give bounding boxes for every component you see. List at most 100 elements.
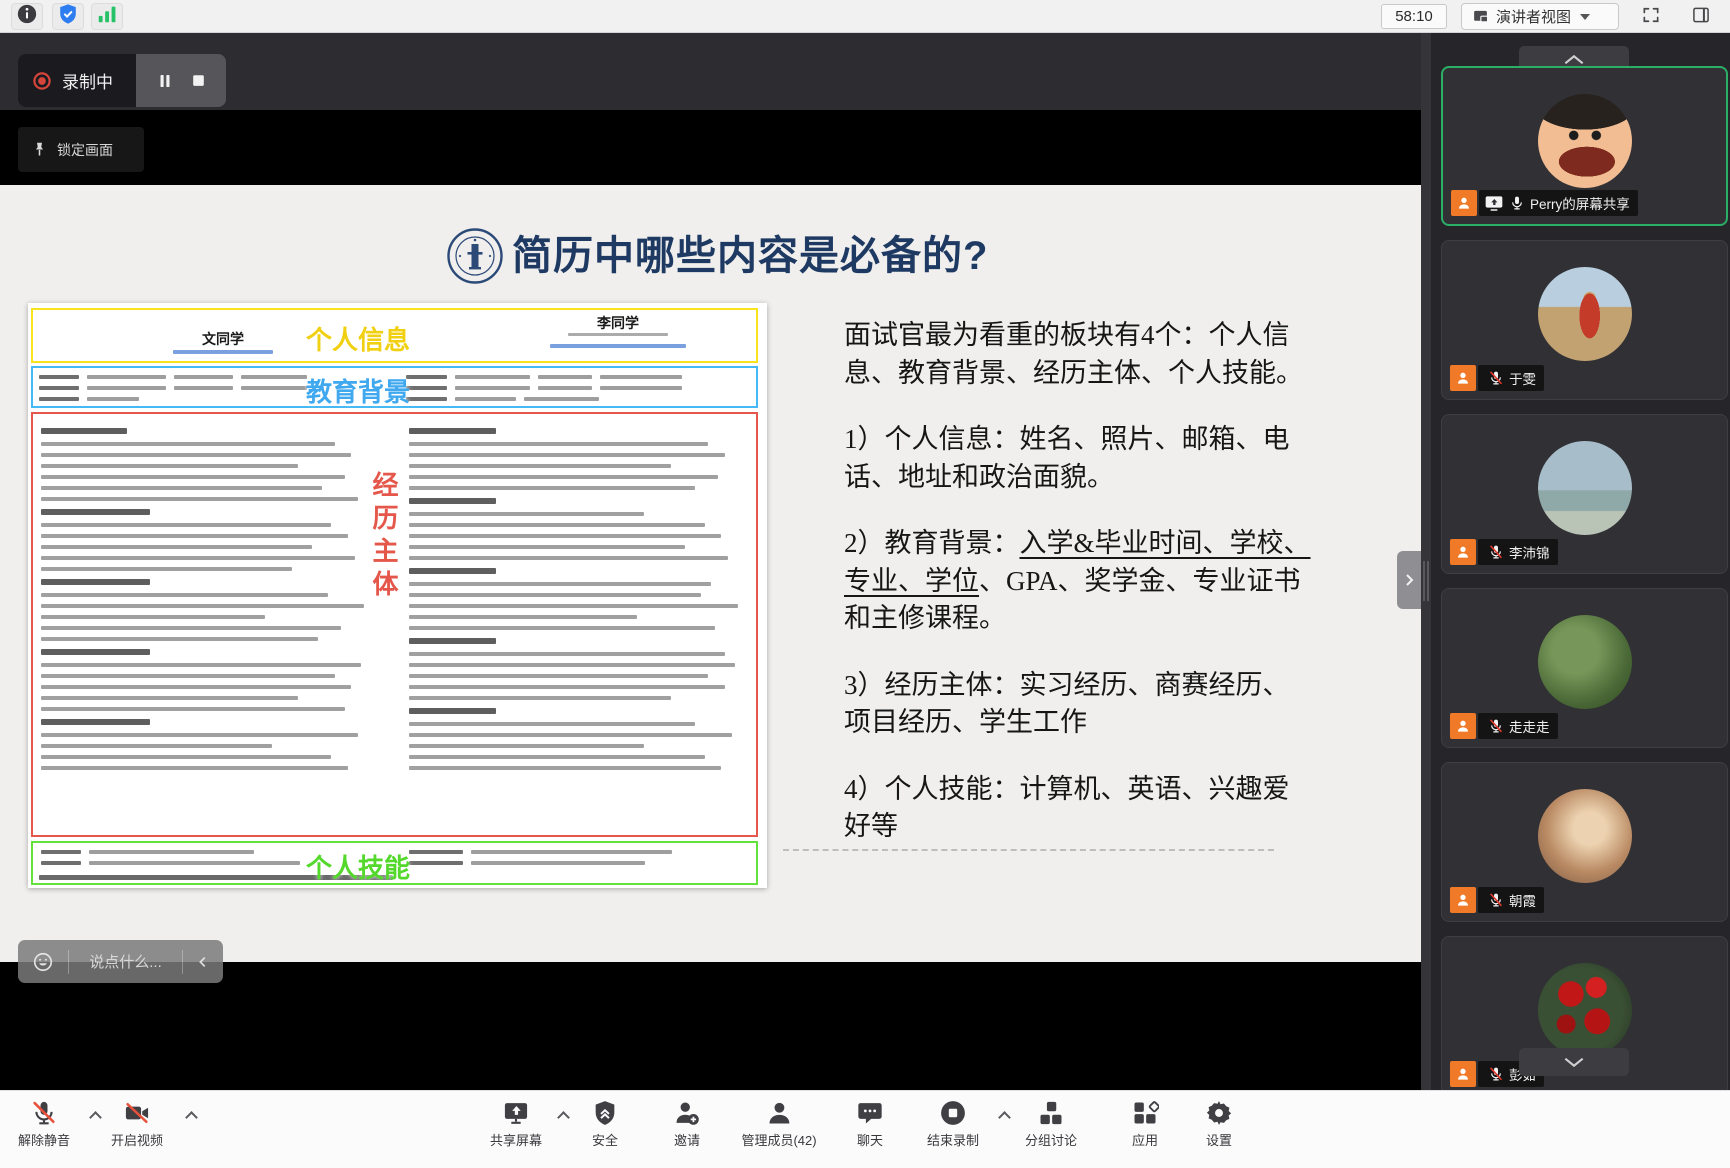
name-badge: 走走走 xyxy=(1478,713,1558,739)
avatar xyxy=(1538,789,1632,883)
resume-left-name: 文同学 xyxy=(148,329,298,349)
security-shield-icon xyxy=(591,1099,619,1127)
network-signal-icon xyxy=(96,3,118,30)
slide-paragraph: 面试官最为看重的板块有4个：个人信息、教育背景、经历主体、个人技能。 xyxy=(844,317,1314,392)
members-icon xyxy=(765,1099,793,1127)
mic-muted-icon xyxy=(30,1099,58,1127)
chevron-up-icon[interactable] xyxy=(185,1111,198,1124)
resume-contact-line xyxy=(173,350,273,354)
invite-icon xyxy=(673,1099,701,1127)
participant-badge: Perry的屏幕共享 xyxy=(1451,190,1638,216)
toolbar-label: 分组讨论 xyxy=(1025,1130,1077,1149)
collapse-panel-handle[interactable] xyxy=(1397,551,1421,609)
meeting-security-button[interactable] xyxy=(52,3,84,30)
side-panel-icon xyxy=(1690,5,1712,30)
toolbar-label: 设置 xyxy=(1206,1130,1232,1149)
name-badge: Perry的屏幕共享 xyxy=(1479,190,1638,216)
mic-icon xyxy=(1488,892,1504,908)
meeting-timer: 58:10 xyxy=(1381,4,1447,29)
mic-icon xyxy=(1509,195,1525,211)
chevron-up-icon[interactable] xyxy=(998,1111,1011,1124)
participant-tile[interactable]: 走走走 xyxy=(1441,588,1728,748)
toolbar-mic-muted-button[interactable]: 解除静音 xyxy=(18,1099,70,1149)
annotation-skills: 个人技能 xyxy=(306,848,410,885)
network-quality-button[interactable] xyxy=(91,3,123,30)
resume-experience-text xyxy=(41,420,371,828)
emoji-button[interactable] xyxy=(18,951,68,973)
avatar xyxy=(1538,963,1632,1057)
chevron-up-icon[interactable] xyxy=(557,1111,570,1124)
stop-recording-icon xyxy=(939,1099,967,1127)
toolbar-members-button[interactable]: 管理成员(42) xyxy=(741,1099,816,1149)
toolbar-label: 聊天 xyxy=(857,1130,883,1149)
chat-quick-bar: 说点什么... xyxy=(18,940,223,983)
bottom-toolbar: 解除静音开启视频共享屏幕安全邀请管理成员(42)聊天结束录制分组讨论应用设置 结… xyxy=(0,1090,1730,1168)
resume-contact-line xyxy=(568,333,668,336)
resume-preview: 文同学 李同学 个人信息 教育背景 经历主体 个人技能 xyxy=(28,303,767,888)
hand-raised-icon xyxy=(1451,190,1477,216)
apps-icon xyxy=(1131,1099,1159,1127)
annotation-experience: 经历主体 xyxy=(366,471,403,603)
name-badge: 朝霞 xyxy=(1478,887,1544,913)
chevron-down-icon xyxy=(1580,14,1590,20)
scroll-down-button[interactable] xyxy=(1519,1048,1629,1076)
hand-raised-icon xyxy=(1450,365,1476,391)
meeting-info-button[interactable] xyxy=(11,3,43,30)
avatar xyxy=(1538,267,1632,361)
participant-tile[interactable]: 于雯 xyxy=(1441,240,1728,400)
participant-badge: 走走走 xyxy=(1450,713,1558,739)
toolbar-camera-off-button[interactable]: 开启视频 xyxy=(111,1099,163,1149)
pin-icon xyxy=(31,141,48,158)
annotation-personal-info: 个人信息 xyxy=(306,320,410,357)
participant-name: 李沛锦 xyxy=(1509,542,1550,562)
side-panel-toggle-button[interactable] xyxy=(1684,5,1718,29)
toolbar-invite-button[interactable]: 邀请 xyxy=(673,1099,701,1149)
slide-title: 简历中哪些内容是必备的? xyxy=(512,223,988,281)
toolbar-label: 安全 xyxy=(592,1130,618,1149)
toolbar-stop-recording-button[interactable]: 结束录制 xyxy=(927,1099,979,1149)
meeting-window: 58:10 演讲者视图 录制中 xyxy=(0,0,1730,1168)
lock-view-label: 锁定画面 xyxy=(57,140,113,160)
hand-raised-icon xyxy=(1450,887,1476,913)
share-screen-icon xyxy=(502,1099,530,1127)
participant-tile[interactable]: Perry的屏幕共享 xyxy=(1441,66,1728,226)
slide-paragraph: 1）个人信息：姓名、照片、邮箱、电话、地址和政治面貌。 xyxy=(844,421,1314,496)
screen-share-icon xyxy=(1484,193,1504,213)
toolbar-apps-button[interactable]: 应用 xyxy=(1131,1099,1159,1149)
pause-recording-button[interactable] xyxy=(156,72,174,90)
slide-dashed-divider xyxy=(783,849,1274,851)
stop-recording-button[interactable] xyxy=(190,72,207,89)
panel-divider[interactable] xyxy=(1421,33,1431,1090)
participant-tile[interactable]: 李沛锦 xyxy=(1441,414,1728,574)
security-shield-icon xyxy=(57,3,79,30)
view-mode-button[interactable]: 演讲者视图 xyxy=(1461,3,1619,30)
chat-icon xyxy=(856,1099,884,1127)
participant-tile[interactable]: 朝霞 xyxy=(1441,762,1728,922)
recording-controls xyxy=(136,54,226,107)
collapse-chat-button[interactable] xyxy=(183,955,223,969)
toolbar-share-screen-button[interactable]: 共享屏幕 xyxy=(490,1099,542,1149)
name-badge: 于雯 xyxy=(1478,365,1544,391)
lock-view-button[interactable]: 锁定画面 xyxy=(18,127,144,172)
toolbar-security-shield-button[interactable]: 安全 xyxy=(591,1099,619,1149)
toolbar-chat-button[interactable]: 聊天 xyxy=(856,1099,884,1149)
resume-experience-text xyxy=(409,420,745,828)
avatar xyxy=(1538,615,1632,709)
recording-bar: 录制中 xyxy=(18,54,226,107)
toolbar-label: 管理成员(42) xyxy=(741,1130,816,1149)
fullscreen-button[interactable] xyxy=(1634,5,1668,29)
mic-icon xyxy=(1488,718,1504,734)
chat-input[interactable]: 说点什么... xyxy=(69,951,182,972)
hand-raised-icon xyxy=(1450,539,1476,565)
toolbar-breakout-button[interactable]: 分组讨论 xyxy=(1025,1099,1077,1149)
name-badge: 李沛锦 xyxy=(1478,539,1558,565)
avatar xyxy=(1538,441,1632,535)
participant-name: 朝霞 xyxy=(1509,890,1536,910)
chevron-up-icon[interactable] xyxy=(89,1111,102,1124)
hand-raised-icon xyxy=(1450,1061,1476,1087)
toolbar-settings-button[interactable]: 设置 xyxy=(1205,1099,1233,1149)
mic-icon xyxy=(1488,1066,1504,1082)
resume-skills-rows xyxy=(409,850,745,872)
shared-screen-stage: 录制中 锁定画面 xyxy=(0,33,1421,1090)
toolbar-label: 解除静音 xyxy=(18,1130,70,1149)
